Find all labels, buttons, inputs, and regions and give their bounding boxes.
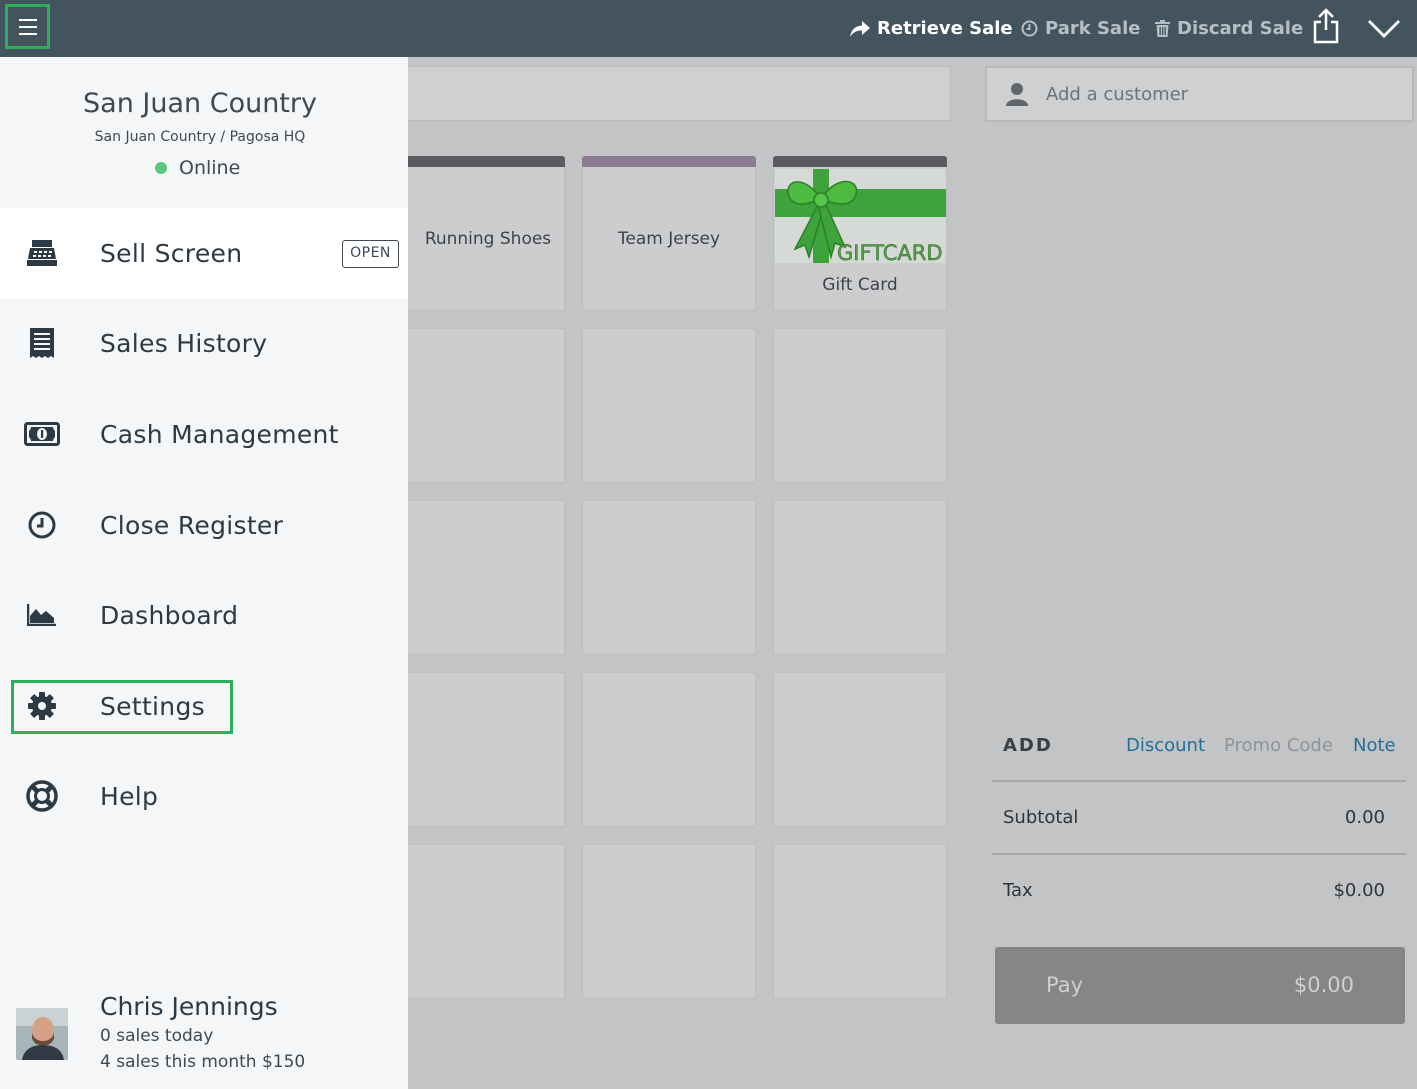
- divider: [992, 853, 1406, 855]
- empty-tile: [391, 328, 565, 483]
- tax-label: Tax: [1003, 880, 1033, 901]
- lifebuoy-icon: [24, 778, 60, 814]
- person-icon: [1006, 83, 1028, 106]
- empty-tile: [773, 328, 947, 483]
- promo-code-link[interactable]: Promo Code: [1224, 735, 1333, 756]
- park-sale-label: Park Sale: [1045, 18, 1141, 39]
- cash-icon: [24, 416, 60, 452]
- add-customer-field[interactable]: Add a customer: [985, 66, 1414, 122]
- discard-sale-label: Discard Sale: [1177, 18, 1304, 39]
- empty-tile: [391, 672, 565, 827]
- sale-panel: [974, 57, 1417, 1089]
- sidebar-item-close-register[interactable]: Close Register: [0, 480, 408, 570]
- product-search-bar[interactable]: [408, 66, 951, 121]
- retrieve-sale-button[interactable]: Retrieve Sale: [850, 0, 1013, 57]
- user-sales-month: 4 sales this month $150: [100, 1052, 306, 1072]
- sidebar-item-sell-screen[interactable]: Sell Screen OPEN: [0, 208, 408, 298]
- add-row: ADD Discount Promo Code Note: [992, 730, 1406, 780]
- share-icon[interactable]: [1312, 8, 1340, 44]
- online-dot-icon: [155, 162, 167, 174]
- share-arrow-icon: [850, 20, 870, 37]
- sidebar-item-label: Help: [100, 781, 159, 811]
- retrieve-sale-label: Retrieve Sale: [877, 18, 1013, 39]
- discount-link[interactable]: Discount: [1126, 735, 1205, 756]
- sidebar-item-label: Cash Management: [100, 419, 339, 449]
- avatar: [16, 1008, 68, 1060]
- empty-tile: [582, 672, 756, 827]
- chevron-down-icon[interactable]: [1367, 18, 1401, 40]
- empty-tile: [773, 500, 947, 655]
- empty-tile: [582, 328, 756, 483]
- sidebar-item-sales-history[interactable]: Sales History: [0, 298, 408, 388]
- pay-label: Pay: [1046, 973, 1084, 997]
- user-name: Chris Jennings: [100, 992, 278, 1021]
- empty-tile: [391, 844, 565, 999]
- top-bar: Retrieve Sale Park Sale Discard Sale: [0, 0, 1417, 57]
- user-sales-today: 0 sales today: [100, 1026, 214, 1046]
- subtotal-label: Subtotal: [1003, 807, 1079, 828]
- clock-icon: [24, 507, 60, 543]
- pay-amount: $0.00: [1293, 973, 1354, 997]
- empty-tile: [582, 500, 756, 655]
- note-link[interactable]: Note: [1353, 735, 1396, 756]
- store-name: San Juan Country: [83, 88, 317, 119]
- product-tile-team-jersey[interactable]: Team Jersey: [582, 156, 756, 311]
- register-icon: [24, 235, 60, 271]
- tile-stripe: [582, 156, 756, 167]
- receipt-icon: [24, 325, 60, 361]
- sidebar-item-label: Sales History: [100, 328, 268, 358]
- empty-tile: [391, 500, 565, 655]
- tile-stripe: [391, 156, 565, 167]
- tile-stripe: [773, 156, 947, 167]
- empty-tile: [773, 672, 947, 827]
- hamburger-icon: [18, 18, 37, 35]
- empty-tile: [773, 844, 947, 999]
- sidebar-item-label: Close Register: [100, 510, 284, 540]
- discard-sale-button[interactable]: Discard Sale: [1155, 0, 1303, 57]
- park-sale-button[interactable]: Park Sale: [1021, 0, 1140, 57]
- empty-tile: [582, 844, 756, 999]
- tile-label: Running Shoes: [424, 229, 552, 249]
- trash-icon: [1155, 20, 1170, 37]
- tile-label: Team Jersey: [617, 229, 721, 249]
- divider: [992, 780, 1406, 782]
- status-label: Online: [179, 157, 241, 179]
- menu-button[interactable]: [5, 4, 50, 49]
- sidebar-item-dashboard[interactable]: Dashboard: [0, 570, 408, 660]
- settings-highlight: [11, 680, 233, 734]
- sidebar-item-label: Sell Screen: [100, 238, 243, 268]
- product-tile-gift-card[interactable]: GIFTCARD Gift Card: [773, 156, 947, 311]
- add-customer-placeholder: Add a customer: [1046, 83, 1189, 105]
- store-location: San Juan Country / Pagosa HQ: [94, 129, 306, 145]
- subtotal-value: 0.00: [1344, 807, 1385, 828]
- sidebar-item-label: Dashboard: [100, 600, 239, 630]
- open-badge: OPEN: [342, 240, 399, 268]
- pay-button[interactable]: Pay $0.00: [995, 947, 1405, 1024]
- gift-card-image: GIFTCARD: [775, 169, 946, 263]
- product-tile-running-shoes[interactable]: Running Shoes: [391, 156, 565, 311]
- chart-area-icon: [24, 597, 60, 633]
- tax-value: $0.00: [1333, 880, 1385, 901]
- sidebar-item-help[interactable]: Help: [0, 751, 408, 841]
- connection-status: Online: [155, 157, 240, 179]
- clock-icon: [1021, 20, 1038, 37]
- tile-label: Gift Card: [822, 275, 898, 295]
- sidebar-item-cash-management[interactable]: Cash Management: [0, 389, 408, 479]
- svg-text:GIFTCARD: GIFTCARD: [837, 241, 943, 263]
- add-label: ADD: [1003, 735, 1053, 756]
